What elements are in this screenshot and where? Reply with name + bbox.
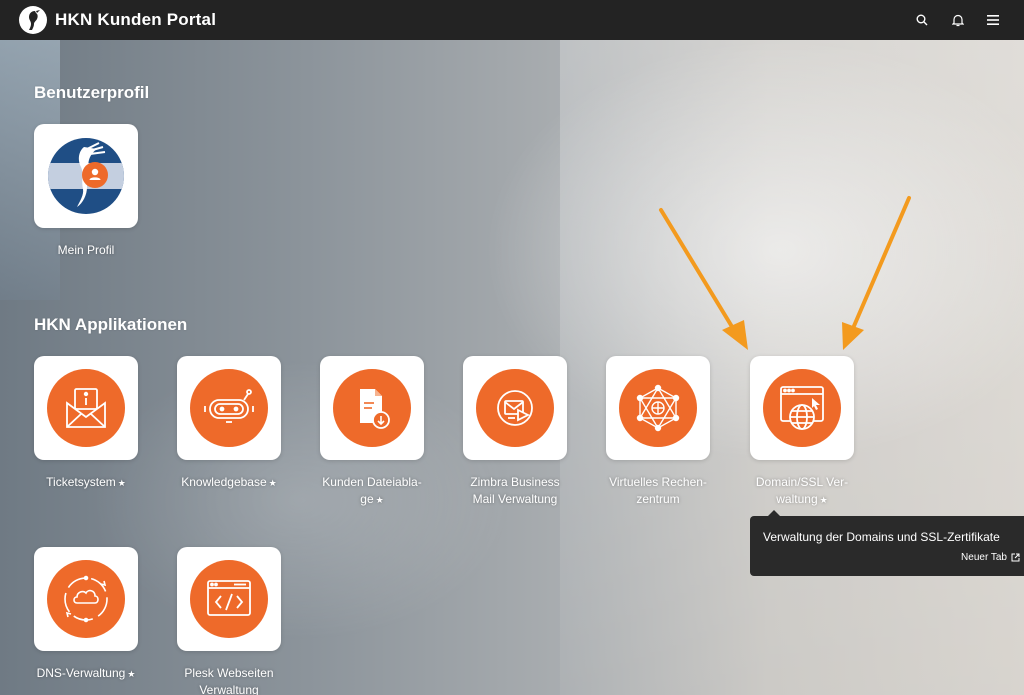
menu-icon[interactable] — [985, 12, 1001, 28]
code-window-icon — [207, 580, 251, 616]
section-title-apps: HKN Applikationen — [34, 315, 188, 334]
app-icon-circle — [47, 560, 125, 638]
profile-tile-label: Mein Profil — [57, 243, 115, 257]
app-tile-knowledgebase[interactable] — [177, 356, 281, 460]
app-label-knowledgebase: Knowledgebase ★ — [181, 475, 277, 489]
app-label-kunden-dateiablage: Kunden Dateiabla- ge ★ — [322, 475, 422, 506]
profile-tile[interactable] — [34, 124, 138, 228]
browser-globe-icon — [780, 386, 824, 430]
mail-send-icon — [497, 390, 533, 426]
favorite-star-icon[interactable]: ★ — [820, 495, 828, 505]
bell-icon[interactable] — [950, 12, 966, 28]
app-label-virtuelles-rechenzentrum: Virtuelles Rechen- zentrum — [609, 475, 707, 506]
app-icon-circle — [190, 560, 268, 638]
network-globe-icon — [636, 384, 680, 432]
app-label-dns: DNS-Verwaltung ★ — [36, 666, 136, 680]
favorite-star-icon[interactable]: ★ — [376, 495, 384, 505]
cloud-sync-icon — [64, 575, 108, 623]
robot-icon — [204, 389, 254, 423]
app-icon-circle — [190, 369, 268, 447]
app-icon-circle — [476, 369, 554, 447]
app-tile-virtuelles-rechenzentrum[interactable] — [606, 356, 710, 460]
app-tile-kunden-dateiablage[interactable] — [320, 356, 424, 460]
app-label-zimbra: Zimbra Business Mail Verwaltung — [470, 475, 560, 506]
app-label-ticketsystem: Ticketsystem ★ — [46, 475, 126, 489]
app-tile-domain-ssl[interactable] — [750, 356, 854, 460]
app-label-domain-ssl: Domain/SSL Ver- waltung ★ — [755, 475, 849, 506]
favorite-star-icon[interactable]: ★ — [127, 669, 135, 679]
favorite-star-icon[interactable]: ★ — [118, 478, 126, 488]
bird-logo-icon — [29, 10, 40, 30]
app-tile-dns[interactable] — [34, 547, 138, 651]
file-download-icon — [360, 389, 390, 429]
app-tile-zimbra[interactable] — [463, 356, 567, 460]
app-tile-ticketsystem[interactable] — [34, 356, 138, 460]
new-tab-link[interactable]: Neuer Tab — [961, 552, 1020, 563]
tooltip-text: Verwaltung der Domains und SSL-Zertifika… — [763, 530, 1000, 544]
app-icon-circle — [333, 369, 411, 447]
app-icon-circle — [619, 369, 697, 447]
tooltip: Verwaltung der Domains und SSL-Zertifika… — [750, 516, 1024, 576]
favorite-star-icon[interactable]: ★ — [269, 478, 277, 488]
app-tile-plesk[interactable] — [177, 547, 281, 651]
section-title-profile: Benutzerprofil — [34, 83, 150, 102]
app-icon-circle — [763, 369, 841, 447]
app-label-plesk: Plesk Webseiten Verwaltung — [184, 666, 274, 695]
app-icon-circle — [47, 369, 125, 447]
search-icon[interactable] — [914, 12, 930, 28]
page-title: HKN Kunden Portal — [55, 10, 217, 29]
ticket-mail-icon — [66, 388, 106, 428]
external-link-icon — [1011, 553, 1020, 562]
top-bar: HKN Kunden Portal — [0, 0, 1024, 40]
user-profile-icon — [48, 138, 124, 214]
logo[interactable] — [19, 6, 47, 34]
